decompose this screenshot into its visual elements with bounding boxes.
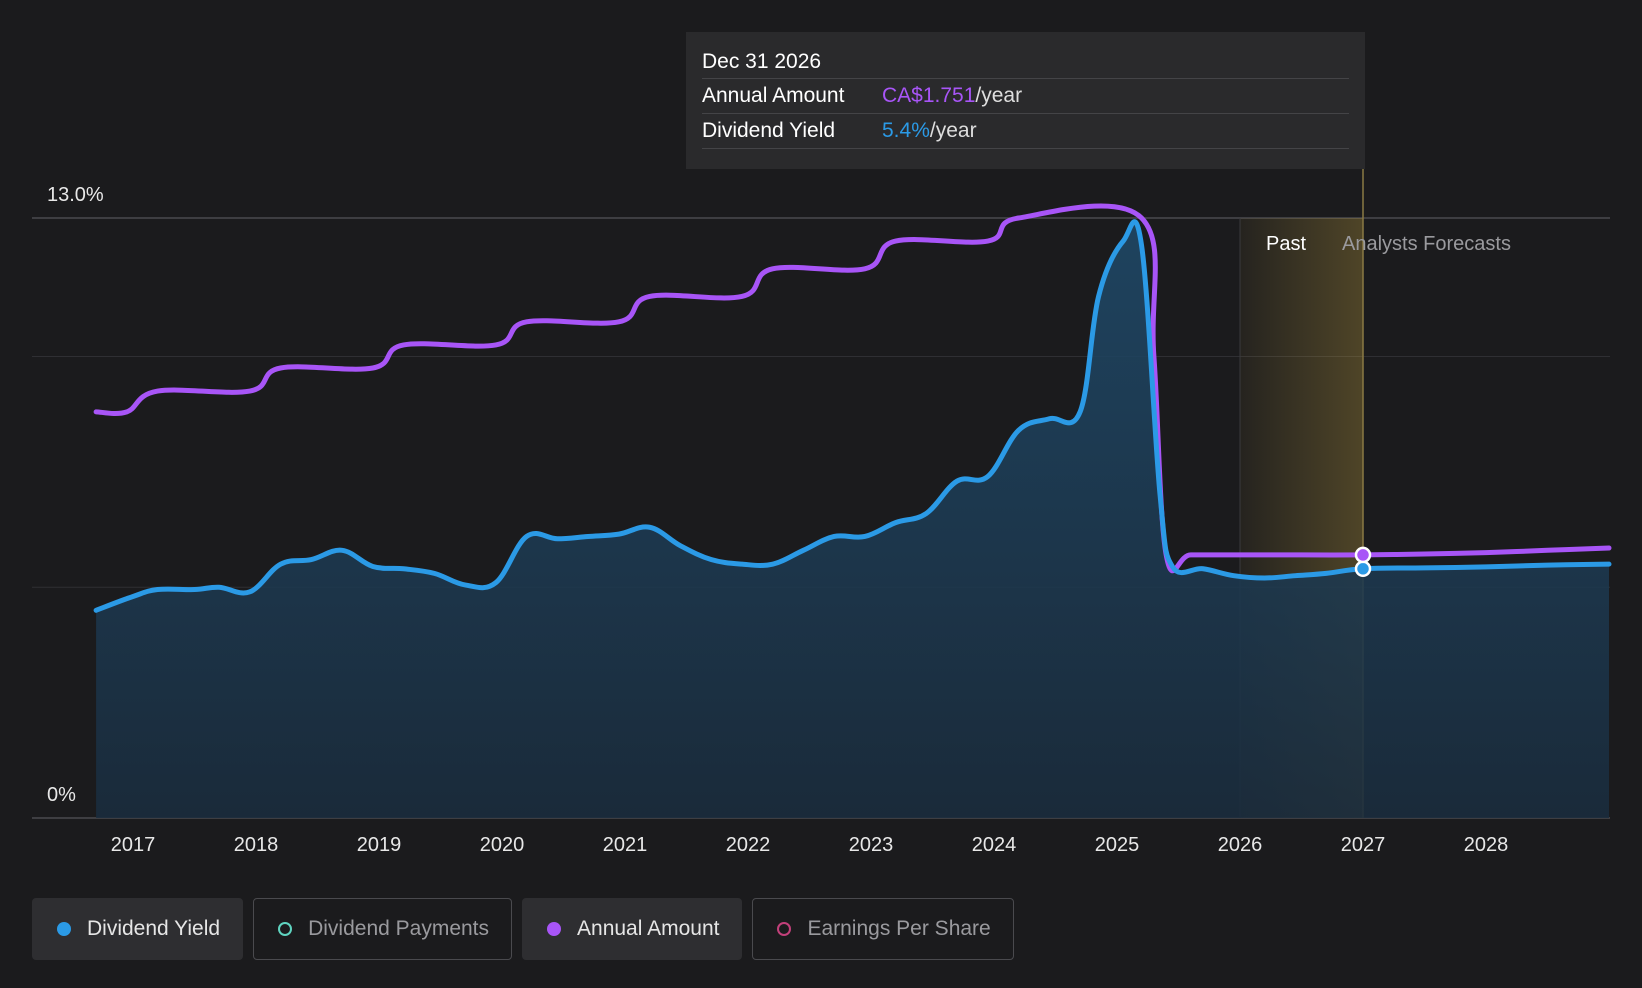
- legend-dot-icon: [547, 922, 562, 936]
- x-tick-label: 2026: [1218, 834, 1263, 856]
- forecast-label: Analysts Forecasts: [1342, 233, 1511, 255]
- x-tick-label: 2018: [234, 834, 279, 856]
- x-tick-label: 2025: [1095, 834, 1140, 856]
- yield-area-fill: [96, 221, 1610, 818]
- tooltip-row-dividend-yield: Dividend Yield 5.4%/year: [702, 114, 1349, 149]
- tooltip-label: Dividend Yield: [702, 119, 836, 142]
- x-tick-label: 2024: [972, 834, 1017, 856]
- legend-dot-icon: [57, 922, 71, 936]
- legend-annual-amount-button[interactable]: Annual Amount: [522, 898, 743, 960]
- tooltip-unit: /year: [975, 84, 1023, 107]
- legend-label: Annual Amount: [577, 917, 720, 940]
- tooltip-label: Annual Amount: [702, 84, 845, 107]
- legend: Dividend Yield Dividend Payments Annual …: [32, 898, 1014, 960]
- tooltip-value: 5.4%: [882, 119, 930, 142]
- annual-amount-line: [93, 203, 1612, 574]
- legend-label: Dividend Yield: [87, 917, 221, 940]
- past-label: Past: [1266, 233, 1306, 255]
- x-tick-label: 2027: [1341, 834, 1386, 856]
- legend-dividend-payments-button[interactable]: Dividend Payments: [253, 898, 513, 960]
- legend-label: Dividend Payments: [308, 917, 490, 940]
- x-tick-label: 2022: [726, 834, 771, 856]
- annual-amount-marker: [1354, 546, 1372, 564]
- yield-area: [96, 221, 1610, 818]
- tooltip-date: Dec 31 2026: [702, 46, 1349, 79]
- x-tick-label: 2021: [603, 834, 648, 856]
- x-tick-label: 2019: [357, 834, 402, 856]
- x-tick-label: 2017: [111, 834, 156, 856]
- y-tick-label-bottom: 0%: [47, 784, 76, 806]
- tooltip-value: CA$1.751: [882, 84, 976, 107]
- legend-ring-icon: [278, 922, 293, 936]
- tooltip-row-annual-amount: Annual Amount CA$1.751/year: [702, 79, 1349, 114]
- tooltip-unit: /year: [929, 119, 977, 142]
- y-tick-label-top: 13.0%: [47, 184, 104, 206]
- x-tick-label: 2020: [480, 834, 525, 856]
- hover-tooltip: Dec 31 2026 Annual Amount CA$1.751/year …: [686, 32, 1365, 169]
- legend-earnings-per-share-button[interactable]: Earnings Per Share: [752, 898, 1014, 960]
- legend-dividend-yield-button[interactable]: Dividend Yield: [32, 898, 244, 960]
- dividend-yield-marker: [1354, 560, 1372, 578]
- legend-ring-icon: [777, 922, 792, 936]
- x-tick-label: 2023: [849, 834, 894, 856]
- x-tick-label: 2028: [1464, 834, 1509, 856]
- legend-label: Earnings Per Share: [807, 917, 991, 940]
